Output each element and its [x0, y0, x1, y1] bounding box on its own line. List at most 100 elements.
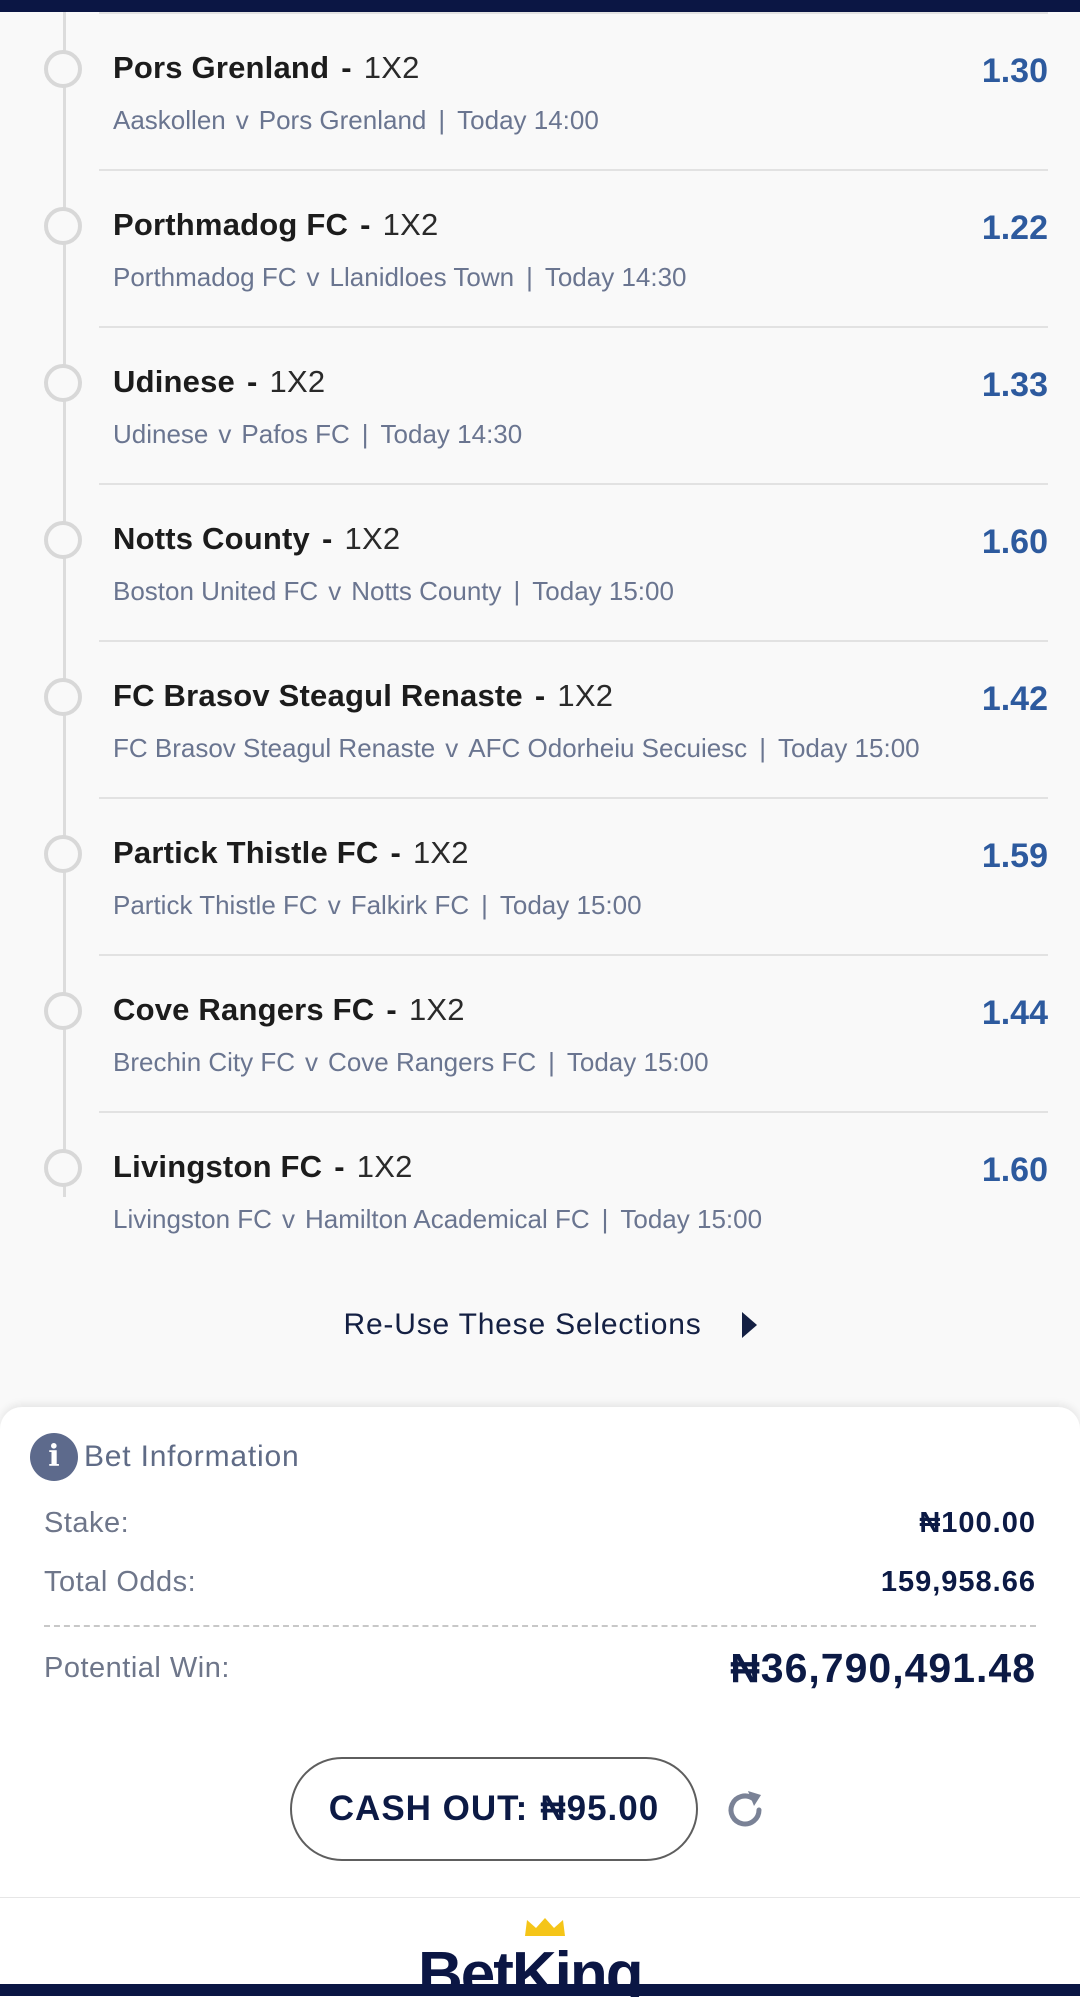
- selection-dash: -: [341, 50, 352, 85]
- selection-match-info: Aaskollen v Pors Grenland | Today 14:00: [113, 103, 599, 137]
- selection-divider: [99, 483, 1048, 485]
- selection-market: 1X2: [412, 835, 469, 870]
- selection-odds: 1.42: [981, 680, 1048, 718]
- match-away-team: Pors Grenland: [258, 105, 427, 135]
- selection-market: 1X2: [269, 364, 326, 399]
- match-separator: |: [513, 576, 521, 606]
- selection-match-info: FC Brasov Steagul Renaste v AFC Odorheiu S…: [113, 731, 920, 765]
- selection-title: FC Brasov Steagul Renaste -1X2: [113, 676, 613, 716]
- selection-odds: 1.30: [981, 52, 1048, 90]
- selection-match-info: Porthmadog FC v Llanidloes Town | Today 14:3…: [113, 260, 687, 294]
- refresh-icon[interactable]: [722, 1787, 768, 1833]
- match-time: Today 15:00: [499, 890, 642, 920]
- selection-dash: -: [386, 992, 397, 1027]
- cash-out-label: CASH OUT:: [328, 1789, 529, 1828]
- match-away-team: Hamilton Academical FC: [304, 1204, 590, 1234]
- selection-market: 1X2: [363, 50, 420, 85]
- selection-title: Livingston FC -1X2: [113, 1147, 413, 1187]
- match-away-team: Llanidloes Town: [329, 262, 515, 292]
- match-separator: |: [526, 262, 533, 292]
- match-home-team: Brechin City FC: [113, 1047, 296, 1077]
- selection-match-info: Brechin City FC v Cove Rangers FC | Today 15…: [113, 1045, 709, 1079]
- selection-market: 1X2: [344, 521, 401, 556]
- selection-divider: [99, 1111, 1048, 1113]
- selection-divider: [99, 797, 1048, 799]
- match-home-team: Livingston FC: [113, 1204, 272, 1234]
- selection-team: Porthmadog FC: [113, 207, 349, 242]
- match-home-team: Boston United FC: [113, 576, 319, 606]
- selection-dash: -: [360, 207, 371, 242]
- match-time: Today 15:00: [777, 733, 920, 763]
- selection-dash: -: [390, 835, 401, 870]
- selection-item: Notts County -1X2 Boston United FC v Notts C…: [0, 483, 1080, 640]
- selection-item: Porthmadog FC -1X2 Porthmadog FC v Llanidloe…: [0, 169, 1080, 326]
- selection-title: Pors Grenland -1X2: [113, 48, 420, 88]
- selection-team: Pors Grenland: [113, 50, 330, 85]
- timeline-node-icon: [44, 992, 82, 1030]
- match-home-team: Udinese: [113, 419, 209, 449]
- match-time: Today 15:00: [620, 1204, 763, 1234]
- selection-title: Udinese -1X2: [113, 362, 325, 402]
- timeline-node-icon: [44, 50, 82, 88]
- selection-dash: -: [247, 364, 258, 399]
- selection-title: Cove Rangers FC -1X2: [113, 990, 465, 1030]
- selection-match-info: Udinese v Pafos FC | Today 14:30: [113, 417, 522, 451]
- selection-odds: 1.59: [981, 837, 1048, 875]
- bet-information-title: Bet Information: [84, 1440, 300, 1473]
- match-away-team: Falkirk FC: [350, 890, 470, 920]
- match-separator: |: [601, 1204, 609, 1234]
- selection-dash: -: [321, 521, 333, 556]
- total-odds-label: Total Odds:: [44, 1566, 197, 1598]
- selection-title: Notts County -1X2: [113, 519, 400, 559]
- selection-match-info: Livingston FC v Hamilton Academical FC | Tod…: [113, 1202, 762, 1236]
- match-versus: v: [235, 105, 249, 135]
- selection-item: Udinese -1X2 Udinese v Pafos FC | Today 14:30 1…: [0, 326, 1080, 483]
- match-away-team: Pafos FC: [241, 419, 350, 449]
- bet-information-header: i Bet Information: [30, 1433, 299, 1481]
- potential-win-row: Potential Win: ₦36,790,491.48: [44, 1645, 1036, 1692]
- timeline-node-icon: [44, 835, 82, 873]
- selection-title: Porthmadog FC -1X2: [113, 205, 438, 245]
- dashed-divider: [44, 1625, 1036, 1627]
- footer: BetKing: [0, 1897, 1080, 1997]
- info-icon: i: [30, 1433, 78, 1481]
- selection-dash: -: [534, 678, 546, 713]
- selection-divider: [99, 12, 1048, 14]
- match-home-team: Aaskollen: [113, 105, 226, 135]
- selection-match-info: Partick Thistle FC v Falkirk FC | Today 15:0…: [113, 888, 642, 922]
- timeline-node-icon: [44, 364, 82, 402]
- selection-team: Cove Rangers FC: [113, 992, 375, 1027]
- match-time: Today 14:00: [457, 105, 599, 135]
- match-separator: |: [438, 105, 446, 135]
- stake-row: Stake: ₦100.00: [44, 1507, 1036, 1540]
- match-time: Today 14:30: [544, 262, 687, 292]
- match-versus: v: [327, 890, 341, 920]
- match-versus: v: [445, 733, 459, 763]
- cash-out-button[interactable]: CASH OUT: ₦95.00: [290, 1757, 698, 1861]
- selection-team: Udinese: [113, 364, 235, 399]
- reuse-selections-label: Re-Use These Selections: [343, 1308, 702, 1341]
- match-away-team: AFC Odorheiu Secuiesc: [468, 733, 748, 763]
- match-separator: |: [481, 890, 488, 920]
- timeline-node-icon: [44, 678, 82, 716]
- selection-item: Partick Thistle FC -1X2 Partick Thistle FC…: [0, 797, 1080, 954]
- match-versus: v: [218, 419, 232, 449]
- selection-odds: 1.22: [981, 209, 1048, 247]
- match-time: Today 15:00: [566, 1047, 709, 1077]
- selection-team: Notts County: [113, 521, 310, 556]
- total-odds-row: Total Odds: 159,958.66: [44, 1566, 1036, 1599]
- selection-team: Livingston FC: [113, 1149, 323, 1184]
- selection-item: Cove Rangers FC -1X2 Brechin City FC v Cove …: [0, 954, 1080, 1111]
- match-home-team: Partick Thistle FC: [113, 890, 318, 920]
- play-arrow-icon: [741, 1312, 757, 1338]
- bet-information-panel: i Bet Information Stake: ₦100.00 Total O…: [0, 1407, 1080, 1897]
- reuse-selections-button[interactable]: Re-Use These Selections: [343, 1308, 757, 1342]
- cash-out-amount: ₦95.00: [540, 1789, 660, 1828]
- selection-match-info: Boston United FC v Notts County | Today 15:0…: [113, 574, 674, 608]
- timeline-node-icon: [44, 207, 82, 245]
- selection-item: Pors Grenland -1X2 Aaskollen v Pors Grenland…: [0, 12, 1080, 169]
- selection-odds: 1.44: [981, 994, 1048, 1032]
- stake-label: Stake:: [44, 1507, 130, 1539]
- bottom-bar: [0, 1984, 1080, 1996]
- selection-item: Livingston FC -1X2 Livingston FC v Hamilton …: [0, 1111, 1080, 1268]
